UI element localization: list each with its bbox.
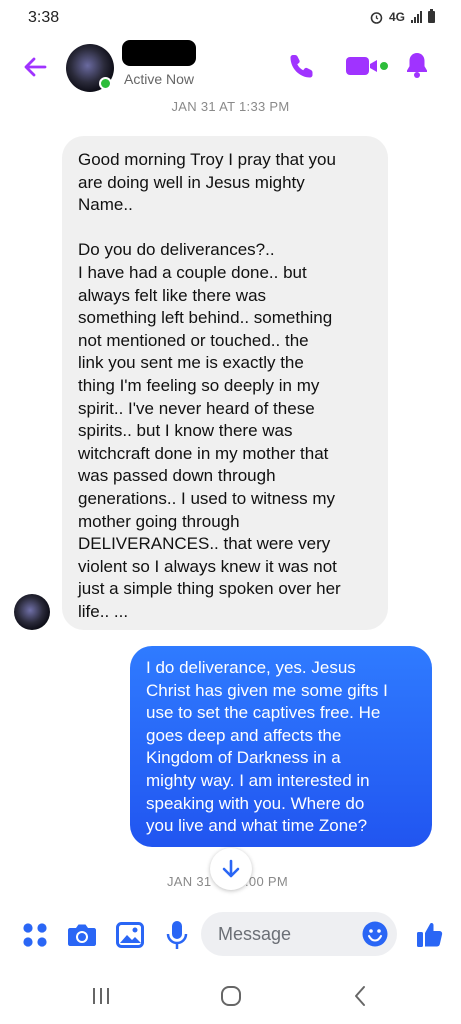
thumbs-up-icon[interactable] [415,920,445,950]
status-bar: 3:38 4G [0,0,461,36]
outgoing-message-bubble[interactable]: I do deliverance, yes. Jesus Christ has … [130,646,432,847]
system-nav-bar [0,972,461,1024]
image-icon[interactable] [116,922,144,948]
incoming-message-bubble[interactable]: Good morning Troy I pray that you are do… [62,136,388,630]
chat-header: Active Now [0,36,461,98]
contact-avatar[interactable] [66,44,114,92]
menu-dots-icon[interactable] [22,922,48,948]
emoji-icon[interactable] [361,920,389,948]
signal-icon [411,11,422,23]
status-time: 3:38 [28,9,60,26]
timestamp-top: JAN 31 AT 1:33 PM [171,99,290,114]
scroll-down-icon [222,859,240,878]
network-type: 4G [388,10,405,24]
recent-apps-icon[interactable] [90,986,112,1006]
timestamp-bottom-left: JAN 31 [167,874,212,889]
message-input[interactable]: Message [201,912,397,956]
video-icon[interactable] [345,54,391,78]
online-indicator [99,77,112,90]
battery-icon [428,9,435,23]
presence-status: Active Now [124,71,195,87]
phone-icon[interactable] [288,52,316,80]
back-arrow-icon[interactable] [18,50,52,84]
message-placeholder: Message [218,924,292,944]
home-icon[interactable] [219,984,243,1008]
camera-icon[interactable] [67,922,97,948]
scroll-down-button[interactable] [210,848,252,890]
sender-avatar[interactable] [14,594,50,630]
nav-back-icon[interactable] [351,985,369,1007]
contact-name-redacted[interactable] [122,40,196,66]
status-icons: 4G [370,9,435,24]
alarm-icon [370,11,383,24]
message-composer: Message [0,900,461,972]
bell-icon[interactable] [404,51,430,79]
microphone-icon[interactable] [165,920,189,950]
